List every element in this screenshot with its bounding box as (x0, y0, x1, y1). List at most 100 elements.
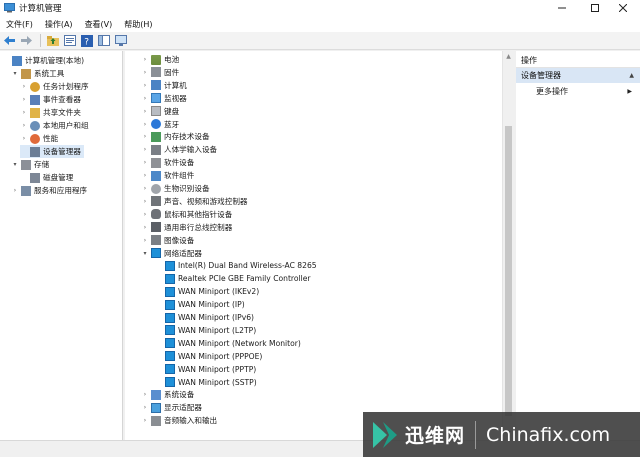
device-category-item[interactable]: › 声音、视频和游戏控制器 (141, 195, 251, 208)
expand-arrow-icon[interactable]: › (141, 208, 149, 221)
expand-arrow-icon[interactable]: › (141, 118, 149, 131)
nav-tree-item[interactable]: 磁盘管理 (20, 171, 76, 184)
expand-arrow-icon[interactable]: › (141, 388, 149, 401)
device-category-item[interactable]: › 软件组件 (141, 169, 197, 182)
display-adapter-icon (151, 402, 161, 413)
device-category-item[interactable]: › 键盘 (141, 105, 182, 118)
tools-icon (21, 68, 31, 79)
nav-tree-item[interactable]: › 服务和应用程序 (11, 184, 90, 197)
tree-item-label: 软件组件 (164, 171, 195, 181)
collapse-arrow-icon[interactable]: ▾ (141, 247, 149, 260)
nav-tree-item[interactable]: › 本地用户和组 (20, 119, 92, 132)
device-item[interactable]: WAN Miniport (PPPOE) (155, 350, 265, 363)
expand-arrow-icon[interactable]: › (141, 130, 149, 143)
show-hide-icon[interactable] (96, 33, 111, 48)
nav-tree-item[interactable]: › 事件查看器 (20, 93, 84, 106)
device-item[interactable]: WAN Miniport (IPv6) (155, 311, 257, 324)
nav-tree-item[interactable]: › 共享文件夹 (20, 106, 84, 119)
tree-item-label: 事件查看器 (43, 95, 81, 104)
device-item[interactable]: WAN Miniport (IKEv2) (155, 285, 262, 298)
expand-arrow-icon[interactable]: › (20, 106, 28, 119)
properties-icon[interactable] (62, 33, 77, 48)
menu-help[interactable]: 帮助(H) (118, 19, 158, 30)
expand-arrow-icon[interactable]: › (11, 184, 19, 197)
expand-arrow-icon[interactable]: › (20, 119, 28, 132)
nav-tree-item[interactable]: › 性能 (20, 132, 61, 145)
menu-file[interactable]: 文件(F) (0, 19, 39, 30)
collapse-arrow-icon[interactable]: ▾ (11, 67, 19, 80)
nav-tree-item[interactable]: ▾ 系统工具 (11, 67, 67, 80)
expand-arrow-icon[interactable]: › (141, 53, 149, 66)
submenu-arrow-icon: ▶ (627, 88, 632, 95)
minimize-button[interactable] (551, 0, 573, 16)
camera-icon (151, 235, 161, 246)
watermark-chinese-text: 迅维网 (405, 425, 466, 447)
watermark: 迅维网 Chinafix.com (363, 412, 640, 457)
expand-arrow-icon[interactable]: › (141, 92, 149, 105)
device-item[interactable]: WAN Miniport (L2TP) (155, 324, 259, 337)
network-adapter-icon (165, 299, 175, 310)
expand-arrow-icon[interactable]: › (141, 143, 149, 156)
actions-section-device-manager[interactable]: 设备管理器 ▲ (516, 68, 640, 83)
device-item[interactable]: WAN Miniport (IP) (155, 298, 248, 311)
device-category-item[interactable]: › 显示适配器 (141, 401, 205, 414)
expand-arrow-icon[interactable]: › (141, 182, 149, 195)
device-category-item[interactable]: › 软件设备 (141, 156, 197, 169)
expand-arrow-icon[interactable]: › (141, 79, 149, 92)
device-category-item[interactable]: › 图像设备 (141, 234, 197, 247)
device-item[interactable]: WAN Miniport (SSTP) (155, 376, 260, 389)
device-category-item[interactable]: › 计算机 (141, 79, 190, 92)
console-icon[interactable] (113, 33, 128, 48)
device-category-item[interactable]: › 内存技术设备 (141, 130, 213, 143)
scrollbar-thumb[interactable] (505, 126, 512, 416)
nav-tree-item[interactable]: 设备管理器 (20, 145, 84, 158)
close-button[interactable] (612, 0, 634, 16)
expand-arrow-icon[interactable]: › (20, 93, 28, 106)
device-category-item[interactable]: › 监视器 (141, 92, 190, 105)
up-folder-icon[interactable] (45, 33, 60, 48)
expand-arrow-icon[interactable]: › (141, 414, 149, 427)
device-item[interactable]: Intel(R) Dual Band Wireless-AC 8265 (155, 259, 320, 272)
nav-tree-item[interactable]: 计算机管理(本地) (2, 54, 87, 67)
nav-tree-item[interactable]: ▾ 存储 (11, 158, 52, 171)
device-category-item[interactable]: › 人体学输入设备 (141, 143, 220, 156)
more-actions-item[interactable]: 更多操作 ▶ (536, 85, 640, 98)
menu-action[interactable]: 操作(A) (39, 19, 79, 30)
device-item[interactable]: WAN Miniport (Network Monitor) (155, 337, 304, 350)
expand-arrow-icon[interactable]: › (141, 66, 149, 79)
expand-arrow-icon[interactable]: › (141, 401, 149, 414)
device-category-item[interactable]: ▾ 网络适配器 (141, 247, 205, 260)
device-category-item[interactable]: › 音频输入和输出 (141, 414, 220, 427)
expand-arrow-icon[interactable]: › (20, 132, 28, 145)
nav-tree-item[interactable]: › 任务计划程序 (20, 80, 92, 93)
device-category-item[interactable]: › 生物识别设备 (141, 182, 213, 195)
scroll-up-icon[interactable]: ▲ (505, 53, 512, 61)
collapse-arrow-icon[interactable]: ▾ (11, 158, 19, 171)
expand-arrow-icon[interactable]: › (141, 156, 149, 169)
device-category-item[interactable]: › 通用串行总线控制器 (141, 221, 235, 234)
forward-icon[interactable] (19, 33, 34, 48)
device-category-item[interactable]: › 固件 (141, 66, 182, 79)
back-icon[interactable] (2, 33, 17, 48)
menu-view[interactable]: 查看(V) (79, 19, 119, 30)
expand-arrow-icon[interactable]: › (20, 80, 28, 93)
expand-arrow-icon[interactable]: › (141, 234, 149, 247)
device-item[interactable]: WAN Miniport (PPTP) (155, 363, 259, 376)
device-category-item[interactable]: › 电池 (141, 53, 182, 66)
device-category-item[interactable]: › 蓝牙 (141, 118, 182, 131)
expand-arrow-icon[interactable]: › (141, 195, 149, 208)
device-category-item[interactable]: › 鼠标和其他指针设备 (141, 208, 235, 221)
tree-item-label: 电池 (164, 55, 180, 64)
device-item[interactable]: Realtek PCIe GBE Family Controller (155, 272, 314, 285)
window-title: 计算机管理 (19, 4, 62, 14)
help-icon[interactable]: ? (79, 33, 94, 48)
device-category-item[interactable]: › 系统设备 (141, 388, 197, 401)
network-adapter-icon (165, 260, 175, 271)
device-tree-scrollbar[interactable]: ▲ ▼ (502, 51, 513, 440)
maximize-button[interactable] (584, 0, 606, 16)
collapse-caret-icon[interactable]: ▲ (629, 72, 634, 79)
expand-arrow-icon[interactable]: › (141, 221, 149, 234)
expand-arrow-icon[interactable]: › (141, 105, 149, 118)
expand-arrow-icon[interactable]: › (141, 169, 149, 182)
